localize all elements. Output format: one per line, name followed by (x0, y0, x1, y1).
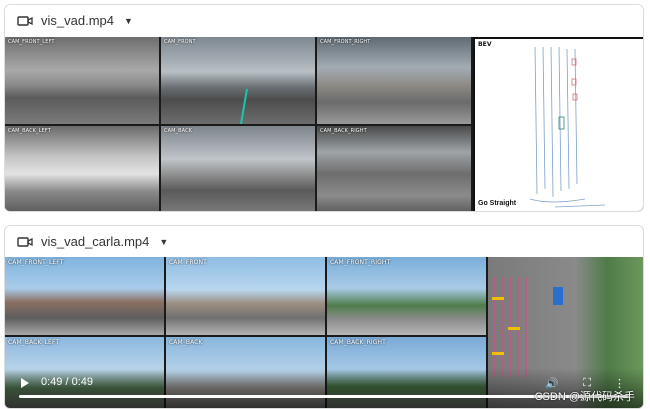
bev-command: Go Straight (478, 200, 517, 207)
camera-label: CAM_FRONT_LEFT (8, 39, 55, 45)
camera-label: CAM_BACK (169, 339, 203, 346)
camera-view: CAM_BACK (161, 126, 315, 211)
watermark: CSDN @源代码杀手 (534, 391, 635, 403)
camera-view: CAM_BACK_LEFT (5, 126, 159, 211)
time-display: 0:49 / 0:49 (41, 376, 93, 388)
camera-label: CAM_FRONT_RIGHT (330, 259, 391, 266)
camera-view: CAM_FRONT_LEFT (5, 257, 164, 335)
camera-label: CAM_FRONT (169, 259, 207, 266)
camera-label: CAM_BACK_RIGHT (320, 128, 367, 134)
camera-label: CAM_FRONT_RIGHT (320, 39, 371, 45)
play-icon[interactable] (21, 378, 29, 388)
camera-label: CAM_BACK_LEFT (8, 128, 51, 134)
video-card: vis_vad.mp4 ▼ CAM_FRONT_LEFT CAM_FRONT C… (4, 4, 644, 212)
video-camera-icon (17, 15, 33, 26)
camera-label: CAM_BACK_LEFT (8, 339, 60, 346)
video-frame[interactable]: CAM_FRONT_LEFT CAM_FRONT CAM_FRONT_RIGHT… (5, 37, 643, 211)
camera-view: CAM_FRONT_RIGHT (327, 257, 486, 335)
bev-map: BEV Go Straight (473, 37, 643, 211)
video-filename: vis_vad.mp4 (41, 13, 114, 28)
video-camera-icon (17, 236, 33, 247)
camera-view: CAM_FRONT_RIGHT (317, 37, 471, 124)
video-card: vis_vad_carla.mp4 ▼ CAM_FRONT_LEFT CAM_F… (4, 225, 644, 409)
camera-label: CAM_BACK (164, 128, 193, 134)
chevron-down-icon[interactable]: ▼ (159, 237, 168, 247)
camera-label: CAM_BACK_RIGHT (330, 339, 386, 346)
chevron-down-icon[interactable]: ▼ (124, 16, 133, 26)
camera-view: CAM_FRONT_LEFT (5, 37, 159, 124)
camera-view: CAM_FRONT (166, 257, 325, 335)
bev-lanes (529, 46, 606, 208)
video-filename: vis_vad_carla.mp4 (41, 234, 150, 249)
camera-view: CAM_FRONT (161, 37, 315, 124)
video-header[interactable]: vis_vad_carla.mp4 ▼ (5, 226, 643, 257)
video-header[interactable]: vis_vad.mp4 ▼ (5, 5, 643, 36)
camera-label: CAM_FRONT_LEFT (8, 259, 64, 266)
camera-view: CAM_BACK_RIGHT (317, 126, 471, 211)
trajectory-line (240, 88, 248, 124)
